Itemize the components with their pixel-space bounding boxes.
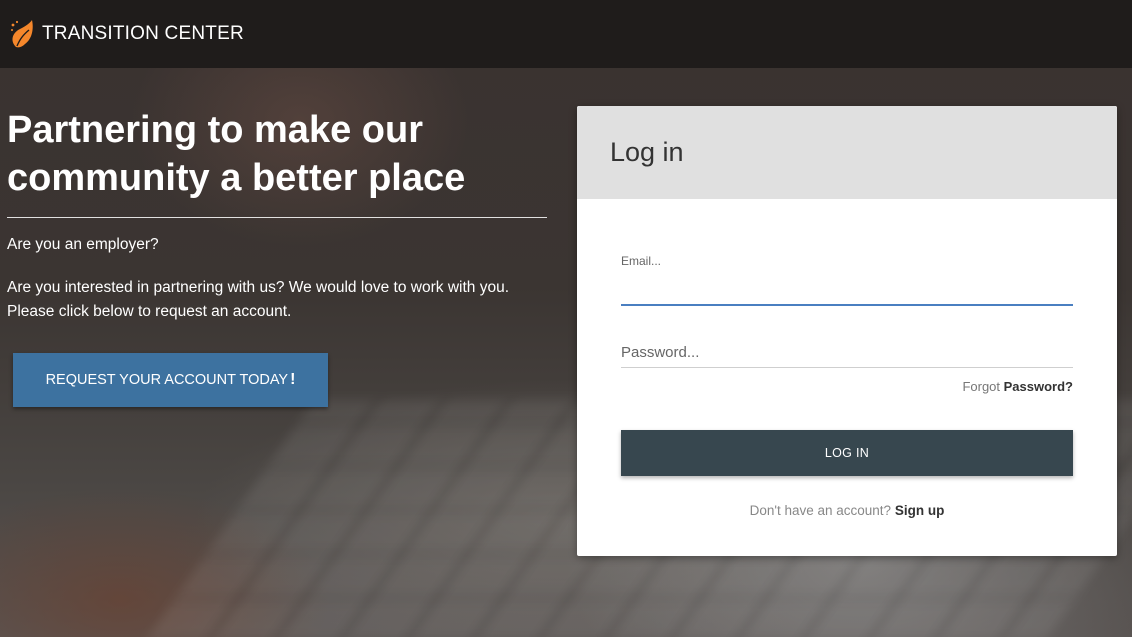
signup-link[interactable]: Sign up (895, 503, 945, 518)
login-card-header: Log in (577, 106, 1117, 199)
exclamation-icon: ! (290, 371, 296, 388)
flame-leaf-icon (11, 20, 33, 48)
partnering-description: Are you interested in partnering with us… (7, 279, 509, 320)
signup-prefix: Don't have an account? (749, 503, 892, 518)
forgot-password-link[interactable]: Password? (1004, 379, 1073, 394)
email-label: Email... (621, 254, 662, 268)
brand-logo[interactable]: TRANSITION CENTER (10, 19, 244, 49)
login-card: Log in Email... Forgot Password? LOG IN … (577, 106, 1117, 556)
brand-name-part1: TRANSITION (42, 23, 160, 44)
brand-name-part2: CENTER (164, 23, 244, 44)
hero-title: Partnering to make our community a bette… (7, 109, 466, 199)
request-account-button[interactable]: REQUEST YOUR ACCOUNT TODAY ! (13, 353, 328, 407)
forgot-prefix: Forgot (962, 379, 1001, 394)
request-account-button-label: REQUEST YOUR ACCOUNT TODAY (45, 372, 289, 388)
brand-name: TRANSITION CENTER (42, 23, 244, 45)
email-field[interactable] (621, 274, 1073, 306)
signup-prompt: Don't have an account? Sign up (577, 503, 1117, 518)
password-field[interactable] (621, 338, 1073, 368)
top-navbar: TRANSITION CENTER (0, 0, 1132, 68)
hero-divider (7, 217, 547, 218)
login-button[interactable]: LOG IN (621, 430, 1073, 476)
forgot-password: Forgot Password? (962, 379, 1073, 394)
employer-question: Are you an employer? (7, 236, 159, 253)
login-title: Log in (610, 137, 684, 167)
